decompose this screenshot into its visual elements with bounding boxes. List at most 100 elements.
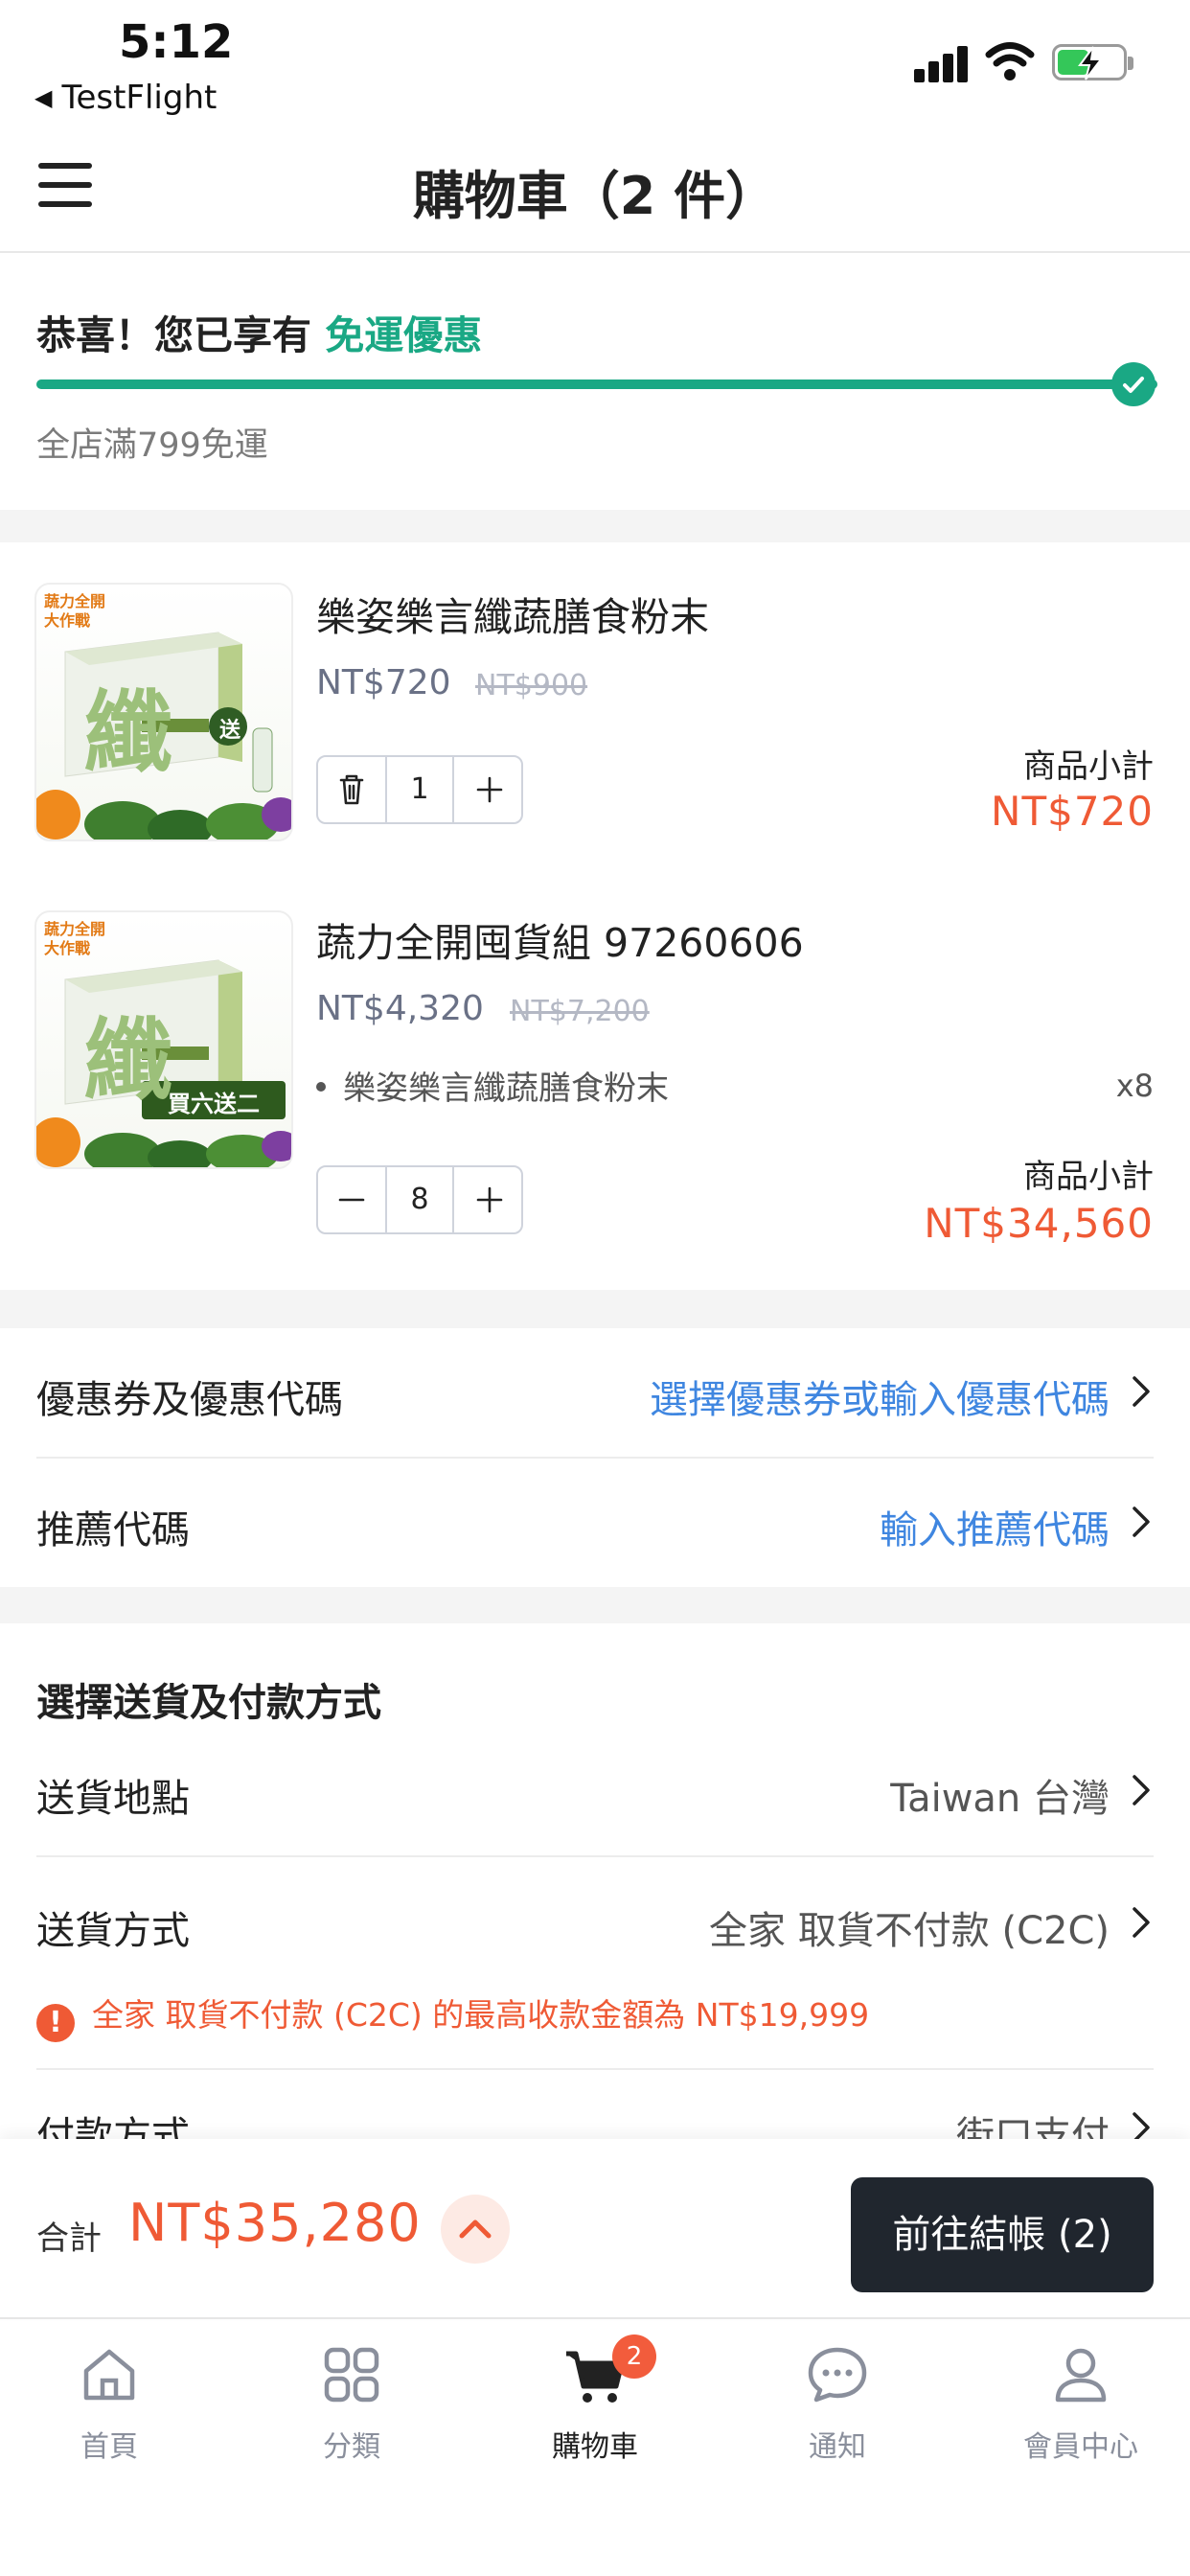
total-value: NT$35,280: [128, 2193, 422, 2253]
quantity-value[interactable]: 8: [385, 1167, 454, 1232]
tab-label: 分類: [323, 2430, 380, 2464]
category-icon: [324, 2347, 379, 2403]
expand-summary-button[interactable]: [441, 2195, 510, 2264]
bullet-icon: [316, 1082, 326, 1092]
quantity-value[interactable]: 1: [385, 757, 454, 822]
product-price: NT$4,320: [316, 989, 484, 1028]
cart-item: 纖 蔬力全開大作戰 送 樂姿樂言纖蔬膳食粉末 NT$720 NT$900 1 商…: [0, 542, 1190, 868]
divider: [36, 1855, 1154, 1857]
status-time: 5:12: [119, 15, 234, 69]
free-shipping-note: 全店滿799免運: [36, 426, 268, 465]
back-to-testflight[interactable]: ◀ TestFlight: [34, 79, 217, 117]
home-icon: [83, 2349, 135, 2401]
subtotal-value: NT$34,560: [924, 1200, 1154, 1247]
chevron-right-icon: [1133, 1775, 1150, 1806]
delete-button[interactable]: [318, 757, 385, 822]
nav-header: 購物車（2 件）: [0, 125, 1190, 253]
tab-member[interactable]: 會員中心: [985, 2340, 1177, 2484]
method-value: 全家 取貨不付款 (C2C): [709, 1909, 1110, 1953]
bundle-item: 樂姿樂言纖蔬膳食粉末: [316, 1062, 669, 1109]
delivery-location-row[interactable]: 送貨地點 Taiwan 台灣: [36, 1738, 1154, 1853]
total-label: 合計: [36, 2220, 102, 2258]
coupon-row[interactable]: 優惠券及優惠代碼 選擇優惠券或輸入優惠代碼: [36, 1328, 1154, 1457]
location-value: Taiwan 台灣: [890, 1777, 1110, 1821]
back-triangle-icon: ◀: [34, 84, 53, 111]
coupon-label: 優惠券及優惠代碼: [36, 1378, 343, 1422]
shipping-progress-bar: [36, 380, 1157, 389]
delivery-section-title: 選擇送貨及付款方式: [36, 1681, 381, 1725]
tab-cart[interactable]: 2 購物車: [499, 2334, 691, 2484]
chevron-right-icon: [1133, 2112, 1150, 2139]
location-label: 送貨地點: [36, 1777, 190, 1821]
referral-label: 推薦代碼: [36, 1508, 190, 1552]
gift-badge: 送: [218, 719, 240, 743]
chevron-right-icon: [1133, 1506, 1150, 1537]
bundle-item-qty: x8: [1115, 1068, 1154, 1104]
delivery-warning-text: 全家 取貨不付款 (C2C) 的最高收款金額為 NT$19,999: [92, 1996, 870, 2034]
section-gap: [0, 1290, 1190, 1328]
section-gap: [0, 1587, 1190, 1623]
subtotal-value: NT$720: [991, 788, 1154, 835]
free-shipping-title: 恭喜！您已享有 免運優惠: [36, 303, 482, 360]
delivery-warning: ! 全家 取貨不付款 (C2C) 的最高收款金額為 NT$19,999: [36, 1990, 869, 2042]
trash-icon: [339, 774, 364, 805]
subtotal-label: 商品小計: [1023, 748, 1154, 786]
product-image[interactable]: 纖 蔬力全開大作戰 買六送二: [34, 910, 293, 1169]
free-shipping-prefix: 恭喜！您已享有: [36, 312, 326, 358]
payment-label: 付款方式: [36, 2114, 190, 2139]
subtotal-label: 商品小計: [1023, 1158, 1154, 1196]
cart-item: 纖 蔬力全開大作戰 買六送二 蔬力全開囤貨組 97260606 NT$4,320…: [0, 868, 1190, 1290]
product-image[interactable]: 纖 蔬力全開大作戰 送: [34, 583, 293, 841]
chevron-right-icon: [1133, 1376, 1150, 1407]
product-brand-logo: 蔬力全開大作戰: [44, 592, 106, 630]
alert-icon: !: [36, 2004, 75, 2042]
referral-row[interactable]: 推薦代碼 輸入推薦代碼: [36, 1459, 1154, 1587]
chevron-right-icon: [1133, 1907, 1150, 1938]
tab-label: 會員中心: [1023, 2430, 1138, 2464]
product-original-price: NT$900: [475, 669, 588, 702]
checkout-button[interactable]: 前往結帳 (2): [851, 2177, 1154, 2292]
free-shipping-highlight: 免運優惠: [325, 312, 483, 358]
promo-badge: 買六送二: [168, 1091, 260, 1117]
cart-badge: 2: [612, 2334, 656, 2379]
plus-icon: [476, 1186, 503, 1213]
battery-icon: [1052, 44, 1133, 80]
tab-label: 購物車: [552, 2430, 638, 2464]
shipping-progress-fill: [36, 380, 1157, 389]
checkout-bar: 合計 NT$35,280 前往結帳 (2): [0, 2139, 1190, 2319]
chevron-up-icon: [459, 2220, 492, 2239]
chat-bubble-icon: [808, 2347, 867, 2403]
quantity-stepper: 8: [316, 1165, 523, 1234]
bundle-item-name: 樂姿樂言纖蔬膳食粉末: [343, 1070, 669, 1108]
product-box-char: 纖: [84, 681, 173, 784]
payment-value: 街口支付: [956, 2114, 1110, 2139]
method-label: 送貨方式: [36, 1909, 190, 1953]
minus-icon: [338, 1198, 365, 1202]
payment-method-row[interactable]: 付款方式 街口支付: [36, 2080, 1154, 2139]
product-price: NT$720: [316, 663, 451, 702]
increment-button[interactable]: [456, 757, 523, 822]
increment-button[interactable]: [456, 1167, 523, 1232]
tab-notifications[interactable]: 通知: [742, 2340, 933, 2484]
user-icon: [1055, 2348, 1107, 2403]
decrement-button[interactable]: [318, 1167, 385, 1232]
tab-bar: 首頁 分類 2 購物車 通知 會員中心: [0, 2321, 1190, 2576]
free-shipping-banner: 恭喜！您已享有 免運優惠 全店滿799免運: [0, 255, 1190, 510]
tab-label: 首頁: [80, 2430, 138, 2464]
quantity-stepper: 1: [316, 755, 523, 824]
product-name[interactable]: 樂姿樂言纖蔬膳食粉末: [316, 585, 709, 642]
back-label: TestFlight: [61, 79, 217, 117]
signal-icon: [914, 44, 968, 82]
plus-icon: [476, 776, 503, 803]
coupon-action[interactable]: 選擇優惠券或輸入優惠代碼: [650, 1368, 1110, 1424]
page-title: 購物車（2 件）: [412, 166, 778, 226]
delivery-method-row[interactable]: 送貨方式 全家 取貨不付款 (C2C): [36, 1859, 1154, 1974]
divider: [36, 2068, 1154, 2070]
wifi-icon: [985, 42, 1035, 80]
tab-category[interactable]: 分類: [256, 2340, 447, 2484]
status-bar: 5:12 ◀ TestFlight: [0, 0, 1190, 125]
product-name[interactable]: 蔬力全開囤貨組 97260606: [316, 910, 804, 968]
referral-action[interactable]: 輸入推薦代碼: [880, 1499, 1110, 1554]
tab-home[interactable]: 首頁: [13, 2340, 205, 2484]
section-gap: [0, 510, 1190, 542]
